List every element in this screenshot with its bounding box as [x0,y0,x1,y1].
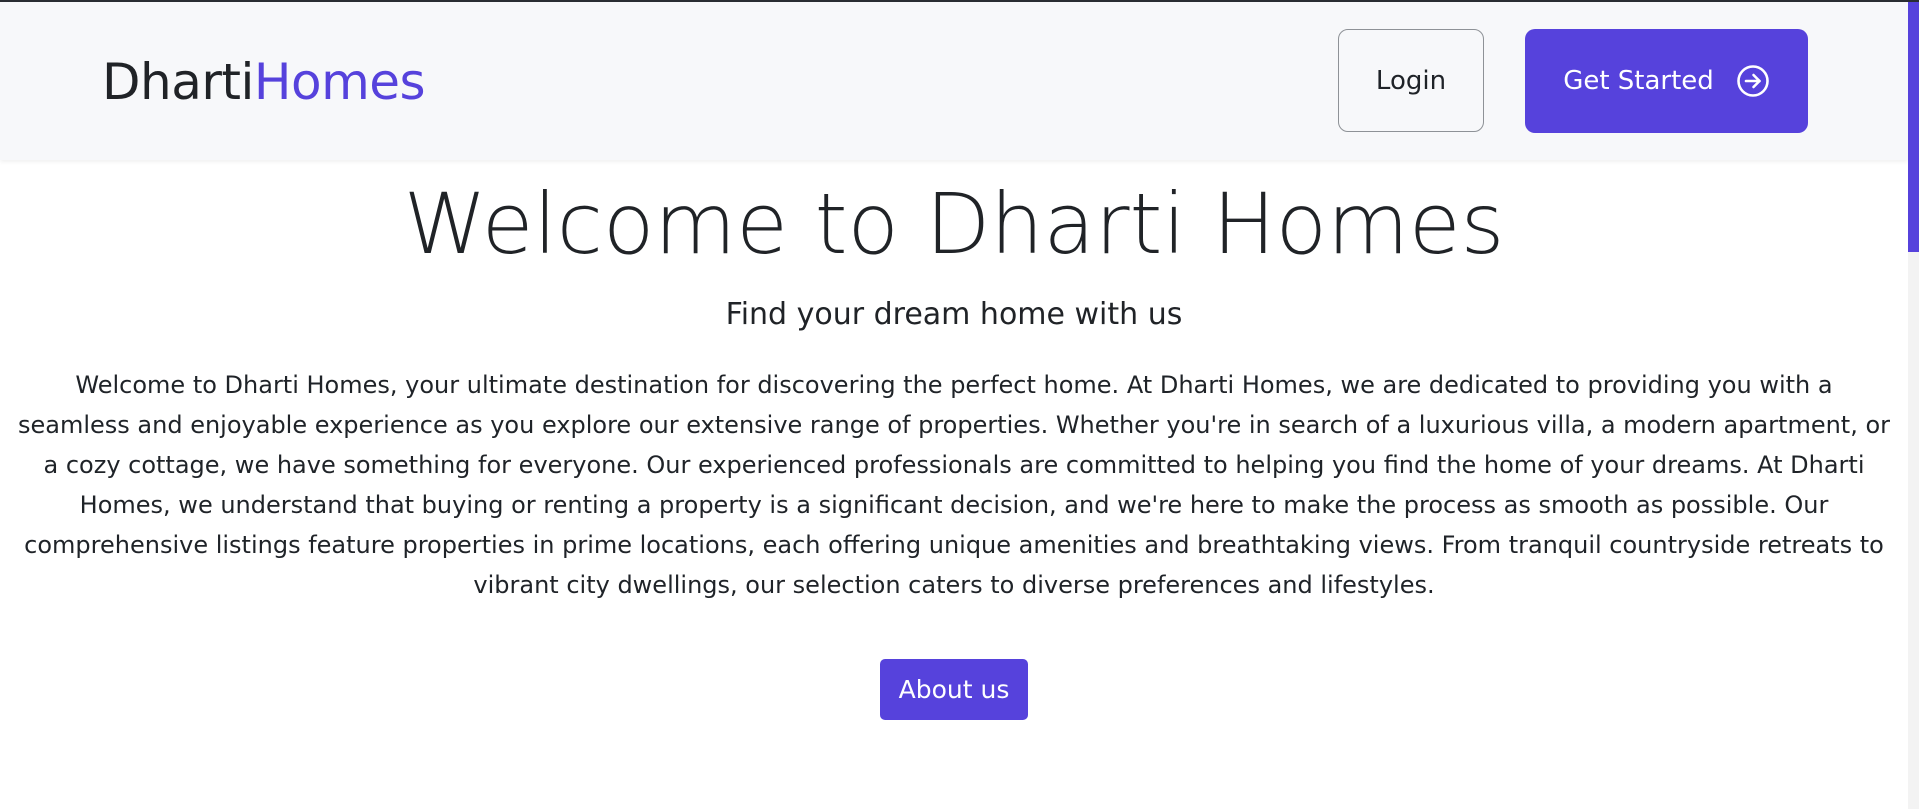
navbar: DhartiHomes Login Get Started [0,2,1908,160]
get-started-button-label: Get Started [1563,66,1714,96]
hero-description: Welcome to Dharti Homes, your ultimate d… [18,371,1891,599]
about-us-button[interactable]: About us [880,659,1028,720]
arrow-right-circle-icon [1736,64,1770,98]
scrollbar-thumb[interactable] [1908,2,1919,252]
hero-title: Welcome to Dharti Homes [403,175,1505,273]
login-button[interactable]: Login [1338,29,1484,132]
page: DhartiHomes Login Get Started Welcome to… [0,0,1919,809]
brand-name-part2: Homes [253,53,426,111]
vertical-scrollbar[interactable] [1908,2,1919,809]
brand-logo[interactable]: DhartiHomes [102,52,426,112]
get-started-button[interactable]: Get Started [1525,29,1808,133]
hero-subtitle: Find your dream home with us [725,297,1183,332]
brand-name-part1: Dharti [102,53,254,111]
about-us-button-label: About us [898,675,1010,704]
login-button-label: Login [1375,65,1447,96]
